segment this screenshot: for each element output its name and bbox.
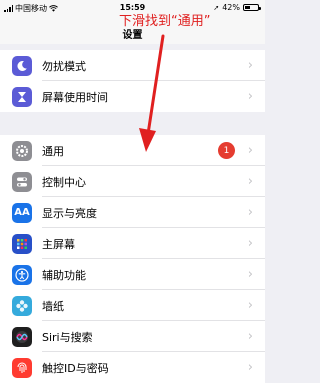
annotation-arrow-icon (139, 34, 165, 152)
